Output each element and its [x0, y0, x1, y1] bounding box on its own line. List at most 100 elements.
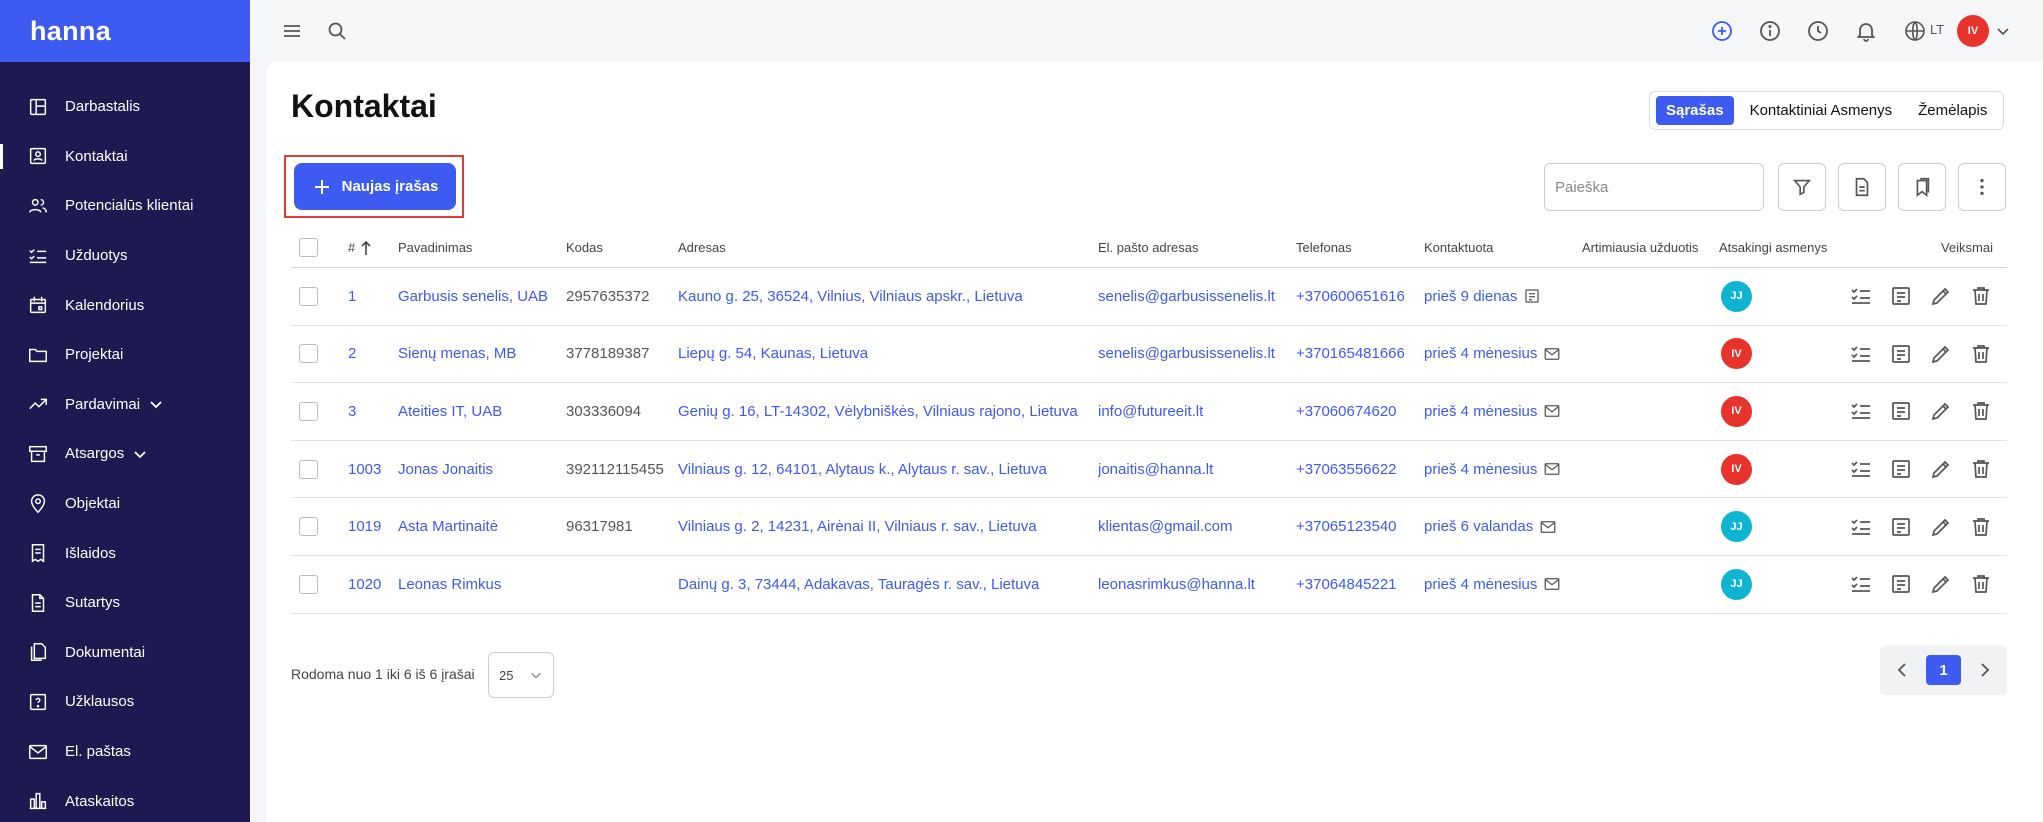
- row-phone[interactable]: +37060674620: [1296, 403, 1424, 420]
- menu-icon[interactable]: [280, 19, 304, 43]
- header-name[interactable]: Pavadinimas: [398, 240, 566, 255]
- sidebar-item-contract[interactable]: Sutartys: [0, 578, 250, 628]
- sidebar-item-trending-up[interactable]: Pardavimai: [0, 380, 250, 430]
- row-checkbox[interactable]: [299, 401, 318, 421]
- responsible-avatar[interactable]: JJ: [1721, 568, 1752, 600]
- clock-icon[interactable]: [1806, 19, 1830, 43]
- row-phone[interactable]: +37065123540: [1296, 518, 1424, 535]
- header-email[interactable]: El. pašto adresas: [1098, 240, 1296, 255]
- bell-icon[interactable]: [1854, 19, 1878, 43]
- row-checkbox[interactable]: [299, 517, 318, 537]
- delete-icon[interactable]: [1969, 515, 1993, 539]
- row-contacted[interactable]: prieš 9 dienas: [1424, 287, 1582, 305]
- row-name[interactable]: Asta Martinaitė: [398, 518, 566, 535]
- task-list-icon[interactable]: [1849, 342, 1873, 366]
- row-checkbox[interactable]: [299, 344, 318, 364]
- note-icon[interactable]: [1889, 515, 1913, 539]
- row-contacted[interactable]: prieš 4 mėnesius: [1424, 575, 1582, 593]
- row-name[interactable]: Jonas Jonaitis: [398, 461, 566, 478]
- row-email[interactable]: senelis@garbusissenelis.lt: [1098, 345, 1296, 362]
- table-row[interactable]: 3 Ateities IT, UAB 303336094 Genių g. 16, L…: [291, 383, 2007, 441]
- next-page-icon[interactable]: [1974, 660, 1994, 680]
- row-name[interactable]: Sienų menas, MB: [398, 345, 566, 362]
- bookmarks-button[interactable]: [1898, 163, 1946, 211]
- search-icon[interactable]: [325, 19, 349, 43]
- edit-icon[interactable]: [1929, 572, 1953, 596]
- sidebar-item-archive[interactable]: Atsargos: [0, 429, 250, 479]
- edit-icon[interactable]: [1929, 342, 1953, 366]
- row-address[interactable]: Vilniaus g. 12, 64101, Alytaus k., Alyta…: [678, 461, 1098, 478]
- table-row[interactable]: 1020 Leonas Rimkus Dainų g. 3, 73444, Adak…: [291, 556, 2007, 614]
- note-icon[interactable]: [1889, 342, 1913, 366]
- header-task[interactable]: Artimiausia užduotis: [1582, 240, 1719, 255]
- row-email[interactable]: klientas@gmail.com: [1098, 518, 1296, 535]
- row-number[interactable]: 1: [348, 288, 398, 305]
- more-options-button[interactable]: [1958, 163, 2006, 211]
- view-tab-0[interactable]: Sąrašas: [1656, 96, 1734, 125]
- export-button[interactable]: [1838, 163, 1886, 211]
- header-address[interactable]: Adresas: [678, 240, 1098, 255]
- edit-icon[interactable]: [1929, 284, 1953, 308]
- responsible-avatar[interactable]: JJ: [1721, 280, 1752, 312]
- new-record-button[interactable]: Naujas įrašas: [294, 163, 456, 210]
- row-address[interactable]: Kauno g. 25, 36524, Vilnius, Vilniaus ap…: [678, 288, 1098, 305]
- globe-icon[interactable]: [1903, 19, 1927, 43]
- table-row[interactable]: 1019 Asta Martinaitė 96317981 Vilniaus g. 2…: [291, 498, 2007, 556]
- header-phone[interactable]: Telefonas: [1296, 240, 1424, 255]
- view-tab-2[interactable]: Žemėlapis: [1908, 96, 1997, 125]
- row-address[interactable]: Genių g. 16, LT-14302, Vėlybniškės, Viln…: [678, 403, 1098, 420]
- sidebar-item-folder[interactable]: Projektai: [0, 330, 250, 380]
- task-list-icon[interactable]: [1849, 457, 1873, 481]
- row-checkbox[interactable]: [299, 286, 318, 306]
- row-number[interactable]: 2: [348, 345, 398, 362]
- sidebar-item-tasks[interactable]: Užduotys: [0, 231, 250, 281]
- edit-icon[interactable]: [1929, 457, 1953, 481]
- task-list-icon[interactable]: [1849, 515, 1873, 539]
- row-contacted[interactable]: prieš 4 mėnesius: [1424, 460, 1582, 478]
- sidebar-item-receipt[interactable]: Išlaidos: [0, 528, 250, 578]
- responsible-avatar[interactable]: JJ: [1721, 511, 1752, 543]
- page-size-select[interactable]: 25: [488, 652, 554, 698]
- task-list-icon[interactable]: [1849, 284, 1873, 308]
- sidebar-item-users[interactable]: Potencialūs klientai: [0, 181, 250, 231]
- sort-by-number[interactable]: #: [348, 240, 398, 256]
- row-email[interactable]: leonasrimkus@hanna.lt: [1098, 576, 1296, 593]
- row-address[interactable]: Dainų g. 3, 73444, Adakavas, Tauragės r.…: [678, 576, 1098, 593]
- row-number[interactable]: 1020: [348, 576, 398, 593]
- row-number[interactable]: 3: [348, 403, 398, 420]
- search-input[interactable]: [1555, 178, 1754, 196]
- language-label[interactable]: LT: [1930, 22, 1944, 37]
- row-checkbox[interactable]: [299, 459, 318, 479]
- delete-icon[interactable]: [1969, 342, 1993, 366]
- row-phone[interactable]: +37063556622: [1296, 461, 1424, 478]
- sidebar-item-chart[interactable]: Ataskaitos: [0, 776, 250, 822]
- app-logo[interactable]: hanna: [0, 0, 250, 62]
- row-phone[interactable]: +370600651616: [1296, 288, 1424, 305]
- delete-icon[interactable]: [1969, 457, 1993, 481]
- sidebar-item-dashboard[interactable]: Darbastalis: [0, 82, 250, 132]
- note-icon[interactable]: [1889, 399, 1913, 423]
- task-list-icon[interactable]: [1849, 399, 1873, 423]
- header-contacted[interactable]: Kontaktuota: [1424, 240, 1582, 255]
- row-contacted[interactable]: prieš 6 valandas: [1424, 518, 1582, 536]
- sidebar-item-calendar[interactable]: Kalendorius: [0, 280, 250, 330]
- row-address[interactable]: Liepų g. 54, Kaunas, Lietuva: [678, 345, 1098, 362]
- row-email[interactable]: info@futureeit.lt: [1098, 403, 1296, 420]
- delete-icon[interactable]: [1969, 399, 1993, 423]
- row-address[interactable]: Vilniaus g. 2, 14231, Airėnai II, Vilnia…: [678, 518, 1098, 535]
- row-email[interactable]: senelis@garbusissenelis.lt: [1098, 288, 1296, 305]
- sidebar-item-map-pin[interactable]: Objektai: [0, 479, 250, 529]
- note-icon[interactable]: [1889, 284, 1913, 308]
- row-name[interactable]: Ateities IT, UAB: [398, 403, 566, 420]
- add-circle-icon[interactable]: [1710, 19, 1734, 43]
- page-current[interactable]: 1: [1925, 655, 1961, 685]
- row-name[interactable]: Leonas Rimkus: [398, 576, 566, 593]
- note-icon[interactable]: [1889, 572, 1913, 596]
- edit-icon[interactable]: [1929, 515, 1953, 539]
- row-phone[interactable]: +370165481666: [1296, 345, 1424, 362]
- view-tab-1[interactable]: Kontaktiniai Asmenys: [1740, 96, 1903, 125]
- sidebar-item-documents[interactable]: Dokumentai: [0, 628, 250, 678]
- row-email[interactable]: jonaitis@hanna.lt: [1098, 461, 1296, 478]
- filter-button[interactable]: [1778, 163, 1826, 211]
- sidebar-item-mail[interactable]: El. paštas: [0, 727, 250, 777]
